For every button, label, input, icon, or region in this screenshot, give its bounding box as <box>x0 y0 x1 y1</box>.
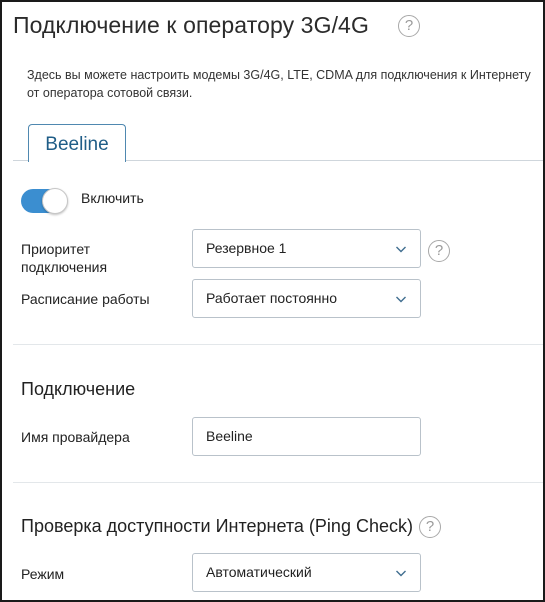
enable-label: Включить <box>81 190 144 206</box>
section-divider <box>13 344 543 345</box>
mode-label: Режим <box>21 566 65 582</box>
mode-value: Автоматический <box>206 564 312 580</box>
connection-heading: Подключение <box>21 379 136 399</box>
section-divider <box>13 482 543 483</box>
schedule-label: Расписание работы <box>21 291 150 307</box>
page-description: Здесь вы можете настроить модемы 3G/4G, … <box>27 68 531 100</box>
tab-beeline[interactable]: Beeline <box>28 124 126 162</box>
question-mark-glyph: ? <box>404 17 414 34</box>
ping-check-heading: Проверка доступности Интернета (Ping Che… <box>21 516 413 536</box>
enable-toggle[interactable] <box>21 188 68 214</box>
priority-select[interactable]: Резервное 1 <box>192 229 421 268</box>
question-mark-glyph: ? <box>434 242 444 259</box>
mode-select[interactable]: Автоматический <box>192 553 421 592</box>
title-help-icon[interactable]: ? <box>398 15 420 37</box>
schedule-value: Работает постоянно <box>206 290 338 306</box>
window-frame: Подключение к оператору 3G/4G ? Здесь вы… <box>0 0 545 602</box>
provider-label: Имя провайдера <box>21 429 130 445</box>
chevron-down-icon <box>396 246 406 253</box>
page-title: Подключение к оператору 3G/4G <box>13 12 369 38</box>
chevron-down-icon <box>396 570 406 577</box>
chevron-down-icon <box>396 296 406 303</box>
toggle-knob <box>42 188 68 214</box>
question-mark-glyph: ? <box>425 518 435 535</box>
priority-value: Резервное 1 <box>206 240 287 256</box>
provider-value: Beeline <box>206 428 253 444</box>
priority-label: Приоритет подключения <box>21 241 108 275</box>
schedule-select[interactable]: Работает постоянно <box>192 279 421 318</box>
ping-check-help-icon[interactable]: ? <box>419 516 441 538</box>
provider-input[interactable]: Beeline <box>192 417 421 456</box>
priority-help-icon[interactable]: ? <box>428 240 450 262</box>
